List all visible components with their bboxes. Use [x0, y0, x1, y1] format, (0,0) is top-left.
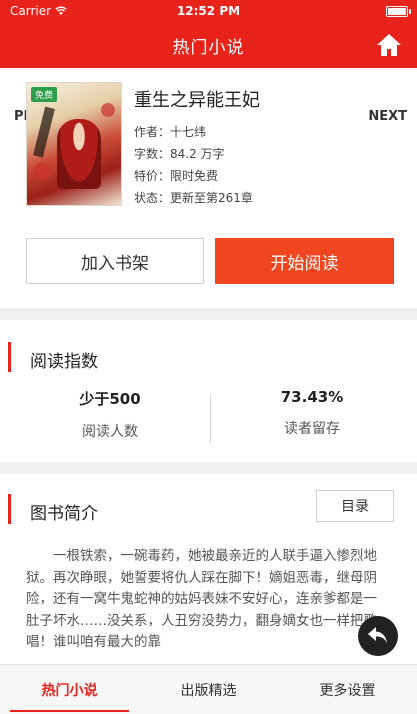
- add-to-shelf-button[interactable]: 加入书架: [26, 238, 204, 284]
- meta-status: 状态：更新至第261章: [134, 189, 253, 206]
- tab-hot-novels[interactable]: 热门小说: [0, 665, 139, 714]
- meta-value: 84.2 万字: [170, 147, 225, 161]
- meta-key: 状态：: [134, 191, 171, 205]
- retention-label: 读者留存: [284, 421, 340, 437]
- book-title: 重生之异能王妃: [134, 90, 260, 111]
- meta-key: 作者：: [134, 125, 171, 139]
- section-divider: [0, 462, 417, 474]
- section-accent: [8, 342, 11, 372]
- tab-publishing[interactable]: 出版精选: [139, 665, 278, 714]
- next-button[interactable]: NEXT: [368, 109, 407, 124]
- tab-settings[interactable]: 更多设置: [278, 665, 417, 714]
- stat-divider: [210, 394, 211, 444]
- meta-wordcount: 字数：84.2 万字: [134, 145, 225, 162]
- section-title: 阅读指数: [30, 352, 98, 372]
- readers-label: 阅读人数: [82, 424, 138, 440]
- carrier-label: Carrier: [10, 4, 52, 18]
- start-reading-button[interactable]: 开始阅读: [215, 238, 394, 284]
- section-accent: [8, 494, 11, 524]
- meta-key: 特价：: [134, 169, 171, 183]
- meta-value: 更新至第261章: [170, 191, 253, 205]
- catalog-button[interactable]: 目录: [316, 490, 394, 522]
- meta-value: 限时免费: [170, 169, 219, 183]
- wifi-icon: [55, 6, 67, 15]
- section-divider: [0, 308, 417, 320]
- status-bar: Carrier 12:52 PM: [0, 0, 417, 22]
- cover-tag: 免费: [31, 87, 58, 102]
- meta-author: 作者：十七纬: [134, 123, 206, 140]
- page-title: 热门小说: [172, 37, 245, 58]
- status-left: Carrier: [10, 4, 67, 18]
- battery-icon: [386, 5, 411, 17]
- meta-key: 字数：: [134, 147, 171, 161]
- readers-value: 少于500: [79, 390, 141, 408]
- back-button[interactable]: [358, 616, 398, 656]
- meta-value: 十七纬: [170, 125, 207, 139]
- meta-price: 特价：限时免费: [134, 167, 218, 184]
- book-cover[interactable]: 免费: [26, 82, 122, 206]
- reading-index-header: 阅读指数: [0, 334, 417, 380]
- home-icon[interactable]: [375, 32, 403, 58]
- section-title: 图书简介: [30, 504, 98, 524]
- tab-bar: 热门小说 出版精选 更多设置: [0, 664, 417, 714]
- book-info: PREV NEXT 免费 重生之异能王妃 作者：十七纬 字数：84.2 万字 特…: [0, 68, 417, 218]
- nav-bar: 热门小说: [0, 22, 417, 68]
- undo-arrow-icon: [368, 627, 387, 643]
- readers-stat: 少于500 阅读人数: [10, 388, 210, 441]
- retention-stat: 73.43% 读者留存: [212, 388, 412, 438]
- book-summary: 一根铁索，一碗毒药，她被最亲近的人联手逼入惨烈地狱。再次睁眼，她誓要将仇人踩在脚…: [26, 548, 377, 650]
- retention-value: 73.43%: [280, 388, 344, 406]
